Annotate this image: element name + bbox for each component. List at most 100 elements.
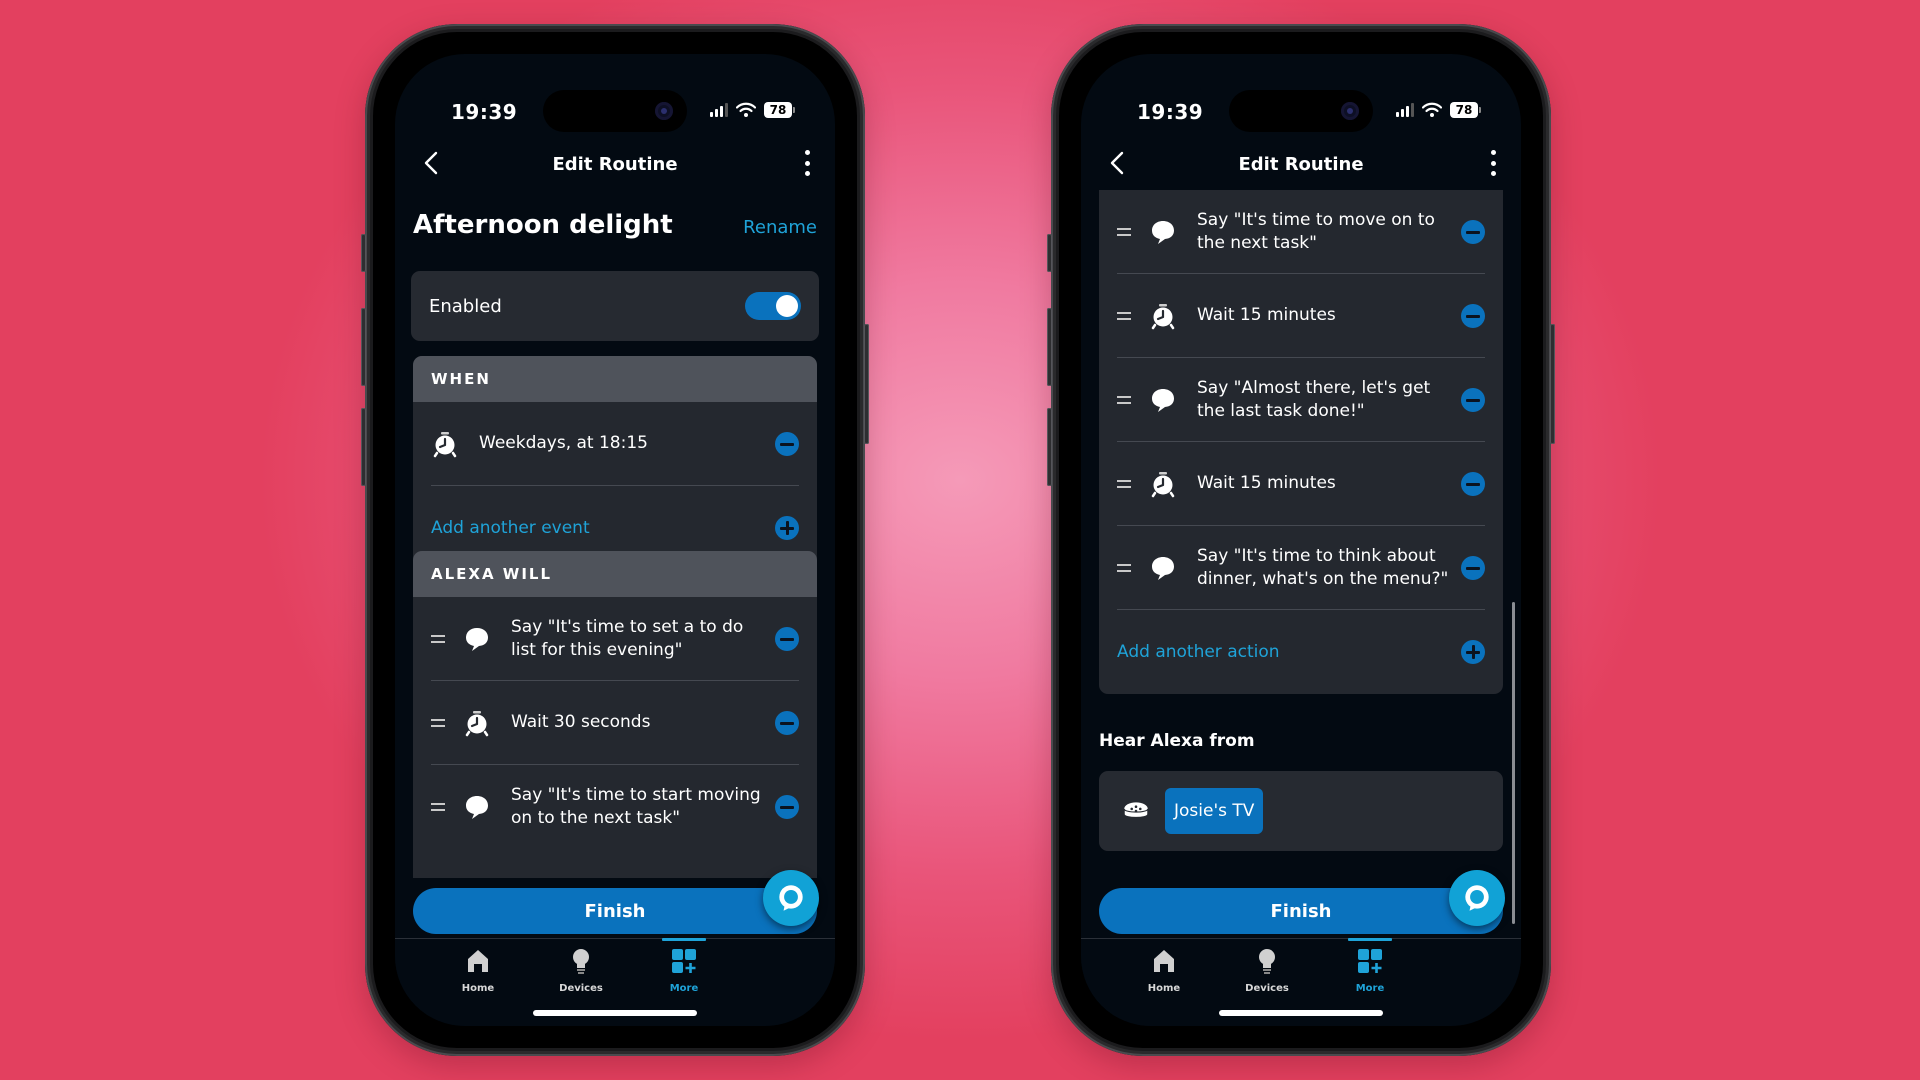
home-indicator[interactable] <box>533 1010 697 1016</box>
drag-handle-icon[interactable] <box>431 803 445 811</box>
tab-label: Devices <box>1245 983 1289 994</box>
battery-icon: 78 <box>1450 102 1481 118</box>
grid-plus-icon <box>1356 947 1384 975</box>
action-row[interactable]: Say "Almost there, let's get the last ta… <box>1117 358 1485 442</box>
kebab-menu-button[interactable] <box>801 150 813 176</box>
alexa-icon <box>1460 881 1494 915</box>
speech-bubble-icon <box>1149 554 1177 582</box>
add-action-link[interactable]: Add another action <box>1117 642 1461 662</box>
camera-icon <box>655 102 673 120</box>
device-chip[interactable]: Josie's TV <box>1165 788 1264 834</box>
tab-more[interactable]: More <box>644 938 724 994</box>
add-action-row[interactable]: Add another action <box>1117 610 1485 694</box>
action-row[interactable]: Say "It's time to set a to do list for t… <box>431 597 799 681</box>
action-row[interactable]: Say "It's time to think about dinner, wh… <box>1117 526 1485 610</box>
action-text: Say "It's time to start moving on to the… <box>511 785 761 828</box>
remove-action-button[interactable] <box>775 710 799 735</box>
side-button <box>1550 324 1555 444</box>
action-text: Wait 30 seconds <box>511 712 651 732</box>
kebab-menu-button[interactable] <box>1487 150 1499 176</box>
camera-icon <box>1341 102 1359 120</box>
tab-home[interactable]: Home <box>1124 947 1204 994</box>
remove-action-button[interactable] <box>1461 471 1485 496</box>
tab-home[interactable]: Home <box>438 947 518 994</box>
rename-link[interactable]: Rename <box>743 217 817 238</box>
tab-bar: Home Devices More <box>395 938 835 1026</box>
speech-bubble-icon <box>1149 386 1177 414</box>
drag-handle-icon[interactable] <box>1117 479 1131 488</box>
remove-action-button[interactable] <box>775 795 799 819</box>
remove-action-button[interactable] <box>1461 219 1485 244</box>
drag-handle-icon[interactable] <box>1117 395 1131 404</box>
scrollbar[interactable] <box>1512 602 1515 924</box>
grid-plus-icon <box>670 947 698 975</box>
action-text: Say "Almost there, let's get the last ta… <box>1197 377 1431 421</box>
drag-handle-icon[interactable] <box>1117 311 1131 320</box>
remove-action-button[interactable] <box>1461 387 1485 412</box>
action-row[interactable]: Wait 30 seconds <box>431 681 799 765</box>
alexa-button[interactable] <box>763 870 819 926</box>
tab-label: Home <box>461 983 495 994</box>
drag-handle-icon[interactable] <box>1117 563 1131 572</box>
alexa-will-header: ALEXA WILL <box>413 551 817 597</box>
remove-event-button[interactable] <box>775 431 799 456</box>
routine-content: Afternoon delight Rename Enabled WHEN We… <box>395 186 835 878</box>
finish-button[interactable]: Finish <box>1099 888 1503 934</box>
drag-handle-icon[interactable] <box>1117 227 1131 236</box>
status-icons: 78 <box>710 102 795 118</box>
action-text: Say "It's time to set a to do list for t… <box>511 616 744 660</box>
remove-action-button[interactable] <box>1461 303 1485 328</box>
enabled-toggle[interactable] <box>745 292 801 320</box>
enabled-label: Enabled <box>429 295 502 317</box>
finish-area: Finish <box>413 870 819 934</box>
speech-bubble-icon <box>1149 218 1177 246</box>
page-title: Edit Routine <box>1238 154 1364 175</box>
drag-handle-icon[interactable] <box>431 634 445 643</box>
action-text: Wait 15 minutes <box>1197 473 1336 493</box>
tab-devices[interactable]: Devices <box>1227 947 1307 994</box>
action-text: Say "It's time to think about dinner, wh… <box>1197 545 1449 589</box>
battery-level: 78 <box>764 102 792 118</box>
action-button <box>1047 234 1052 272</box>
action-text: Say "It's time to move on to the next ta… <box>1197 209 1435 253</box>
routine-name: Afternoon delight <box>413 210 673 240</box>
drag-handle-icon[interactable] <box>431 718 445 727</box>
home-icon <box>464 947 492 975</box>
echo-dot-icon <box>1121 796 1151 826</box>
alexa-button[interactable] <box>1449 870 1505 926</box>
action-text: Wait 15 minutes <box>1197 305 1336 325</box>
tab-more[interactable]: More <box>1330 938 1410 994</box>
hear-alexa-from-card: Josie's TV <box>1099 771 1503 851</box>
add-event-button[interactable] <box>775 516 799 540</box>
home-indicator[interactable] <box>1219 1010 1383 1016</box>
alexa-will-card: Say "It's time to move on to the next ta… <box>1099 190 1503 694</box>
phone-left: 19:39 78 Edit Routine Afternoon delight … <box>361 24 869 1056</box>
wifi-icon <box>736 102 756 118</box>
signal-icon <box>710 103 728 117</box>
alarm-clock-icon <box>1149 302 1177 330</box>
dynamic-island <box>543 90 687 132</box>
action-row[interactable]: Wait 15 minutes <box>1117 442 1485 526</box>
speech-bubble-icon <box>463 625 491 653</box>
tab-label: More <box>669 983 699 994</box>
volume-up-button <box>361 308 366 386</box>
tab-label: More <box>1355 983 1385 994</box>
finish-button[interactable]: Finish <box>413 888 817 934</box>
remove-action-button[interactable] <box>1461 555 1485 580</box>
wifi-icon <box>1422 102 1442 118</box>
tab-devices[interactable]: Devices <box>541 947 621 994</box>
routine-header: Afternoon delight Rename <box>413 210 817 240</box>
dynamic-island <box>1229 90 1373 132</box>
add-event-link[interactable]: Add another event <box>431 518 775 538</box>
add-action-button[interactable] <box>1461 640 1485 664</box>
action-row[interactable]: Wait 15 minutes <box>1117 274 1485 358</box>
event-text: Weekdays, at 18:15 <box>479 433 648 453</box>
event-row[interactable]: Weekdays, at 18:15 <box>431 402 799 486</box>
remove-action-button[interactable] <box>775 626 799 651</box>
tab-bar: Home Devices More <box>1081 938 1521 1026</box>
action-row[interactable]: Say "It's time to start moving on to the… <box>431 765 799 849</box>
bezel: 19:39 78 Edit Routine Afternoon delight … <box>373 32 857 1048</box>
alexa-icon <box>774 881 808 915</box>
action-row[interactable]: Say "It's time to move on to the next ta… <box>1117 190 1485 274</box>
signal-icon <box>1396 103 1414 117</box>
